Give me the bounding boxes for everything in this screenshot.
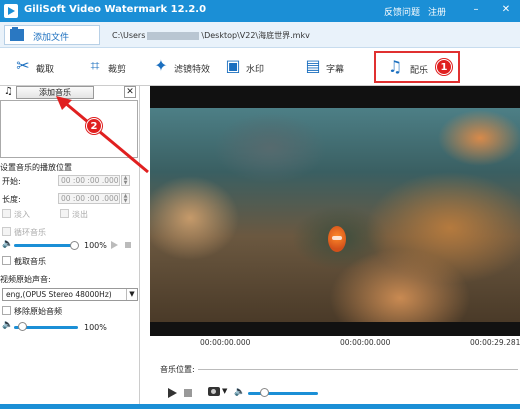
tool-watermark[interactable]: ▣ 水印 xyxy=(222,54,282,80)
tool-crop[interactable]: ⌗ 裁剪 xyxy=(84,54,144,80)
tool-music[interactable]: ♫ 配乐 1 xyxy=(374,51,460,83)
file-path-prefix: C:\Users xyxy=(112,31,146,40)
remove-orig-checkbox[interactable] xyxy=(2,306,11,315)
remove-orig-label: 移除原始音频 xyxy=(14,307,62,316)
tool-trim-label: 截取 xyxy=(36,65,55,75)
tool-effects[interactable]: ✦ 滤镜特效 xyxy=(150,54,220,80)
start-label: 开始: xyxy=(2,177,21,186)
title-bar: GiliSoft Video Watermark 12.2.0 反馈问题 注册 … xyxy=(0,0,520,22)
app-title: GiliSoft Video Watermark 12.2.0 xyxy=(24,4,207,15)
add-file-button[interactable]: 添加文件 xyxy=(4,25,100,45)
video-frame xyxy=(150,108,520,322)
trim-music-checkbox[interactable] xyxy=(2,256,11,265)
loop-checkbox[interactable] xyxy=(2,227,11,236)
add-file-label: 添加文件 xyxy=(33,33,70,43)
orig-volume-knob[interactable] xyxy=(18,322,27,331)
play-icon[interactable] xyxy=(168,388,177,398)
video-preview[interactable] xyxy=(150,86,520,336)
music-note-small-icon: ♫ xyxy=(4,86,13,97)
watermark-icon: ▣ xyxy=(225,56,241,75)
start-spinner[interactable]: ▲ ▼ xyxy=(121,175,130,186)
music-volume-value: 100% xyxy=(84,241,107,250)
orig-audio-select[interactable]: eng,(OPUS Stereo 48000Hz) ▼ xyxy=(2,288,138,301)
arrow-shaft xyxy=(63,100,149,174)
crop-icon: ⌗ xyxy=(90,56,100,75)
tool-bar: ✂ 截取 ⌗ 裁剪 ✦ 滤镜特效 ▣ 水印 ▤ 字幕 ♫ 配乐 1 xyxy=(0,48,520,86)
preview-volume-slider[interactable] xyxy=(248,392,318,395)
tool-subtitle[interactable]: ▤ 字幕 xyxy=(302,54,362,80)
snapshot-dropdown-icon[interactable]: ▼ xyxy=(222,387,227,395)
timeline-area: 00:00:00.000 00:00:00.000 00:00:29.281 音… xyxy=(150,338,520,408)
magic-wand-icon: ✦ xyxy=(154,56,168,75)
start-time-input[interactable]: 00 :00 :00 .000 xyxy=(58,175,120,186)
loop-label: 循环音乐 xyxy=(14,228,46,237)
timeline-mid-time: 00:00:00.000 xyxy=(340,338,391,347)
orig-speaker-icon[interactable]: 🔈 xyxy=(2,320,13,330)
speaker-icon[interactable]: 🔈 xyxy=(2,239,13,249)
tool-music-label: 配乐 xyxy=(410,66,429,76)
tool-crop-label: 裁剪 xyxy=(108,65,127,75)
length-label: 长度: xyxy=(2,195,21,204)
preview-volume-knob[interactable] xyxy=(260,388,269,397)
tool-watermark-label: 水印 xyxy=(246,65,265,75)
music-note-icon: ♫ xyxy=(387,57,403,76)
file-bar: 添加文件 C:\Users \Desktop\V22\海底世界.mkv xyxy=(0,22,520,48)
step-badge-1: 1 xyxy=(436,59,452,75)
folder-icon xyxy=(10,27,24,41)
annotation-arrow-icon xyxy=(56,96,149,174)
scissors-icon: ✂ xyxy=(16,56,30,75)
trim-music-label: 截取音乐 xyxy=(14,257,46,266)
length-spinner[interactable]: ▲ ▼ xyxy=(121,193,130,204)
timeline-end-time: 00:00:29.281 xyxy=(470,338,520,347)
fade-out-label: 淡出 xyxy=(72,210,88,219)
file-path: C:\Users \Desktop\V22\海底世界.mkv xyxy=(112,30,310,41)
app-logo-icon xyxy=(4,4,18,18)
music-play-icon[interactable] xyxy=(111,241,118,249)
tool-subtitle-label: 字幕 xyxy=(326,65,345,75)
length-time-input[interactable]: 00 :00 :00 .000 xyxy=(58,193,120,204)
file-path-suffix: \Desktop\V22\海底世界.mkv xyxy=(201,31,310,40)
chevron-down-icon: ▼ xyxy=(126,289,137,300)
preview-speaker-icon[interactable]: 🔈 xyxy=(234,387,245,397)
music-position-label: 音乐位置: xyxy=(160,365,195,374)
tool-effects-label: 滤镜特效 xyxy=(174,65,211,75)
music-position-track[interactable] xyxy=(198,369,518,370)
minimize-icon[interactable]: – xyxy=(470,4,482,16)
orig-audio-label: 视频原始声音: xyxy=(0,275,51,284)
orig-audio-value: eng,(OPUS Stereo 48000Hz) xyxy=(6,290,112,299)
redacted-path xyxy=(147,31,200,40)
snapshot-camera-icon[interactable] xyxy=(208,387,220,396)
music-stop-icon[interactable] xyxy=(125,242,131,248)
fade-in-label: 淡入 xyxy=(14,210,30,219)
orig-volume-value: 100% xyxy=(84,323,107,332)
music-volume-knob[interactable] xyxy=(70,241,79,250)
timeline-start-time: 00:00:00.000 xyxy=(200,338,251,347)
music-volume-slider[interactable] xyxy=(14,244,78,247)
stop-icon[interactable] xyxy=(184,389,192,397)
tool-trim[interactable]: ✂ 截取 xyxy=(12,54,72,80)
status-bar xyxy=(0,404,520,409)
feedback-link[interactable]: 反馈问题 xyxy=(384,5,420,18)
fade-in-checkbox[interactable] xyxy=(2,209,11,218)
fade-out-checkbox[interactable] xyxy=(60,209,69,218)
register-link[interactable]: 注册 xyxy=(428,5,446,18)
clownfish-image xyxy=(328,226,346,252)
step-badge-2: 2 xyxy=(86,118,102,134)
subtitle-icon: ▤ xyxy=(305,56,321,75)
close-window-icon[interactable]: ✕ xyxy=(500,4,512,16)
